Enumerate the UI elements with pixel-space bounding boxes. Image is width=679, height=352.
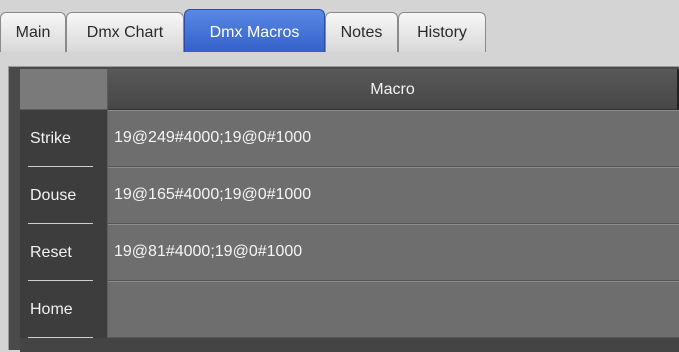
tab-bar: Main Dmx Chart Dmx Macros Notes History <box>0 0 679 52</box>
tab-dmx-macros[interactable]: Dmx Macros <box>184 9 325 52</box>
table-row-reset: Reset 19@81#4000;19@0#1000 <box>20 224 679 281</box>
row-header-home[interactable]: Home <box>20 281 108 338</box>
tab-dmx-chart[interactable]: Dmx Chart <box>66 12 184 52</box>
column-header-macro[interactable]: Macro <box>108 69 679 110</box>
row-header-reset[interactable]: Reset <box>20 224 108 281</box>
tab-content-panel: Macro Strike 19@249#4000;19@0#1000 Douse… <box>0 52 679 352</box>
table-row-home: Home <box>20 281 679 338</box>
macro-cell-douse[interactable]: 19@165#4000;19@0#1000 <box>108 167 679 224</box>
macro-cell-home[interactable] <box>108 281 679 338</box>
table-row-strike: Strike 19@249#4000;19@0#1000 <box>20 110 679 167</box>
row-header-strike[interactable]: Strike <box>20 110 108 167</box>
tab-main[interactable]: Main <box>0 12 66 52</box>
grid-corner-header <box>20 69 108 110</box>
macro-cell-reset[interactable]: 19@81#4000;19@0#1000 <box>108 224 679 281</box>
tab-notes[interactable]: Notes <box>325 12 398 52</box>
macro-cell-strike[interactable]: 19@249#4000;19@0#1000 <box>108 110 679 167</box>
row-header-douse[interactable]: Douse <box>20 167 108 224</box>
tab-history[interactable]: History <box>398 12 486 52</box>
macro-grid: Macro Strike 19@249#4000;19@0#1000 Douse… <box>20 69 679 352</box>
table-row-douse: Douse 19@165#4000;19@0#1000 <box>20 167 679 224</box>
